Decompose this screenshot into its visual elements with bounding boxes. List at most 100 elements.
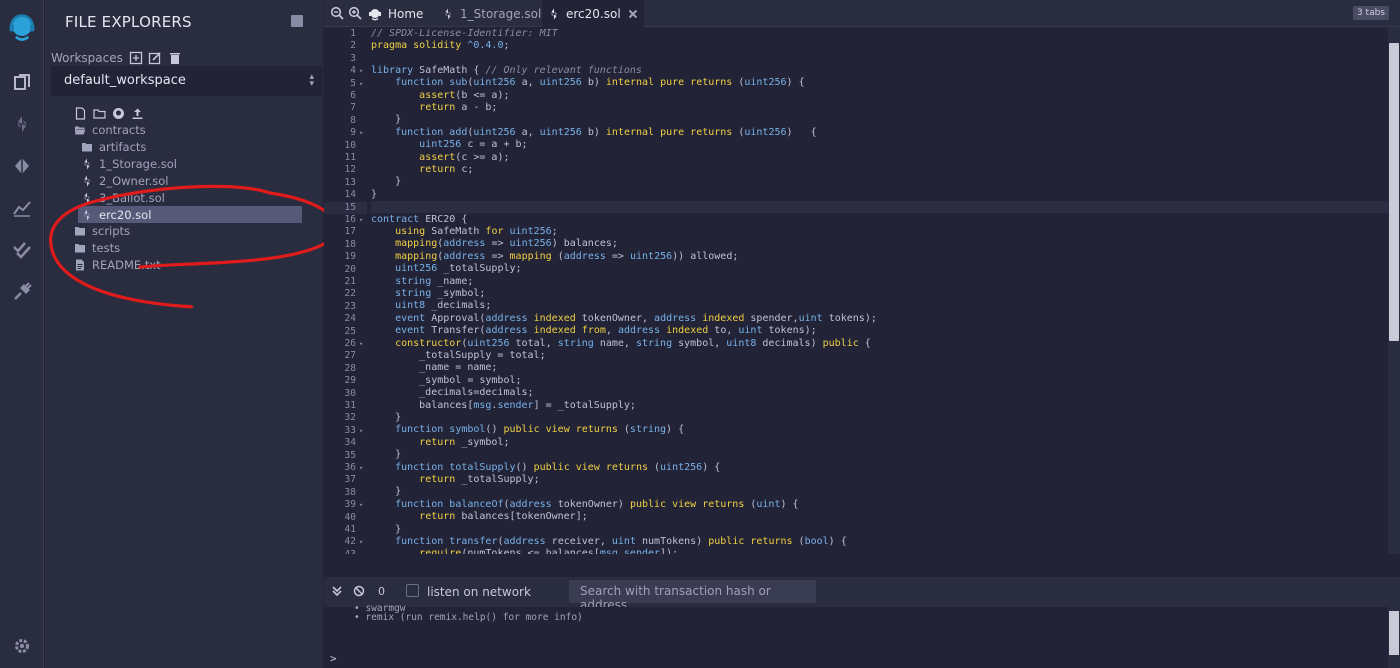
editor-tab-bar: Home 1_Storage.sol erc20.sol 3 tabs [324,0,1400,27]
open-tabs-count[interactable]: 3 tabs [1352,6,1389,20]
fold-toggle-icon[interactable]: ▾ [359,216,363,224]
new-folder-icon[interactable] [93,107,106,120]
analysis-icon[interactable] [0,188,44,228]
line-number: 32 [344,412,356,424]
terminal-prompt[interactable]: > [330,652,337,665]
code-content[interactable]: // SPDX-License-Identifier: MIT pragma s… [371,27,1388,554]
collapse-panel-icon[interactable] [291,15,303,27]
fold-toggle-icon[interactable]: ▾ [359,129,363,137]
code-line: assert(b <= a); [419,90,510,101]
tree-file-storage[interactable]: 1_Storage.sol [81,155,177,172]
zoom-out-icon[interactable] [330,6,344,20]
tree-file-readme[interactable]: README.txt [74,256,161,273]
code-line: } [371,176,402,187]
clear-console-icon[interactable] [353,585,365,597]
transaction-search-input[interactable]: Search with transaction hash or address [569,580,816,612]
solidity-file-icon [84,158,90,169]
line-number: 10 [344,139,356,151]
solidity-compiler-icon[interactable] [0,104,44,144]
terminal-line: • remix (run remix.help() for more info) [354,612,583,623]
fold-toggle-icon[interactable]: ▾ [359,67,363,75]
fold-toggle-icon[interactable]: ▾ [359,80,363,88]
folder-open-icon [75,126,86,134]
solidity-file-icon [551,8,557,19]
folder-icon [75,226,85,235]
terminal-scrollbar[interactable] [1388,607,1400,668]
line-number: 25 [344,325,356,337]
code-line: function transfer(address receiver, uint… [395,536,847,547]
code-line: string _name; [395,276,474,287]
tree-folder-scripts[interactable]: scripts [74,222,130,239]
test-icon[interactable] [0,230,44,270]
tree-file-ballot[interactable]: 3_Ballot.sol [81,189,165,206]
editor-scrollbar[interactable] [1388,27,1400,554]
github-icon[interactable] [112,107,125,120]
code-line: _totalSupply = total; [371,350,546,361]
line-number: 42 [344,536,356,548]
code-line: assert(c >= a); [419,152,510,163]
terminal-toolbar: 0 listen on network Search with transact… [324,577,1400,612]
line-number: 29 [344,375,356,387]
tree-folder-tests[interactable]: tests [74,239,120,256]
tree-file-erc20[interactable]: erc20.sol [78,206,302,223]
fold-toggle-icon[interactable]: ▾ [359,501,363,509]
remix-logo-icon[interactable] [0,6,44,50]
new-file-icon[interactable] [74,107,87,120]
code-line: return c; [419,164,474,175]
tab-erc20[interactable]: erc20.sol [542,0,644,27]
line-number: 18 [344,238,356,250]
upload-icon[interactable] [131,107,144,120]
deploy-icon[interactable] [0,146,44,186]
tree-folder-contracts[interactable]: contracts [74,121,146,138]
code-line: library SafeMath { // Only relevant func… [371,65,642,76]
code-line: constructor(uint256 total, string name, … [395,338,871,349]
code-line: string _symbol; [395,288,486,299]
tab-1-storage[interactable]: 1_Storage.sol [438,0,555,27]
fold-toggle-icon[interactable]: ▾ [359,538,363,546]
fold-toggle-icon[interactable]: ▾ [359,340,363,348]
code-editor[interactable]: 1 2 3 4 ▾ 5 ▾ 6 7 8 9 ▾ 10 11 12 13 14 15 16 ▾ 17 18 19 20 21 22 2… [324,27,1388,554]
terminal-output[interactable]: • swarmgw • remix (run remix.help() for … [324,603,1400,668]
line-number: 17 [344,226,356,238]
terminal-scrollbar-thumb[interactable] [1389,611,1399,655]
code-line: function symbol() public view returns (s… [395,424,685,435]
settings-icon[interactable] [0,626,44,666]
line-number: 20 [344,263,356,275]
listen-on-network-checkbox[interactable] [406,584,419,597]
code-line: } [371,114,402,125]
file-explorer-icon[interactable] [0,62,44,102]
code-line: return _symbol; [419,437,510,448]
code-line: function totalSupply() public view retur… [395,462,721,473]
plugin-icon[interactable] [0,272,44,312]
delete-workspace-icon[interactable] [168,51,182,65]
add-workspace-icon[interactable] [129,51,143,65]
line-number: 13 [344,176,356,188]
line-number: 4 [350,65,356,77]
rename-workspace-icon[interactable] [148,51,162,65]
fold-toggle-icon[interactable]: ▾ [359,464,363,472]
line-number: 35 [344,449,356,461]
tree-label: contracts [92,122,146,137]
code-line: function sub(uint256 a, uint256 b) inter… [395,77,805,88]
icon-rail [0,0,44,668]
line-number: 11 [344,152,356,163]
code-line: using SafeMath for uint256; [395,226,558,237]
editor-scrollbar-thumb[interactable] [1389,43,1399,341]
tab-label: erc20.sol [566,6,621,21]
workspace-select[interactable]: default_workspace ▴ ▾ [51,66,322,96]
code-line: return a - b; [419,102,498,113]
code-line: require(numTokens <= balances[msg.sender… [419,548,679,554]
zoom-in-icon[interactable] [348,6,362,20]
listen-on-network-label: listen on network [427,585,531,599]
double-chevron-down-icon[interactable] [331,585,343,597]
close-tab-icon[interactable] [628,9,638,19]
tree-file-owner[interactable]: 2_Owner.sol [81,172,168,189]
code-line: function add(uint256 a, uint256 b) inter… [395,127,817,138]
fold-toggle-icon[interactable]: ▾ [359,427,363,435]
tab-home[interactable]: Home [366,0,433,27]
code-line: // SPDX-License-Identifier: MIT [371,28,558,39]
code-line: } [371,412,402,423]
line-number: 37 [344,474,356,486]
line-number: 14 [344,189,356,201]
tree-folder-artifacts[interactable]: artifacts [81,138,146,155]
